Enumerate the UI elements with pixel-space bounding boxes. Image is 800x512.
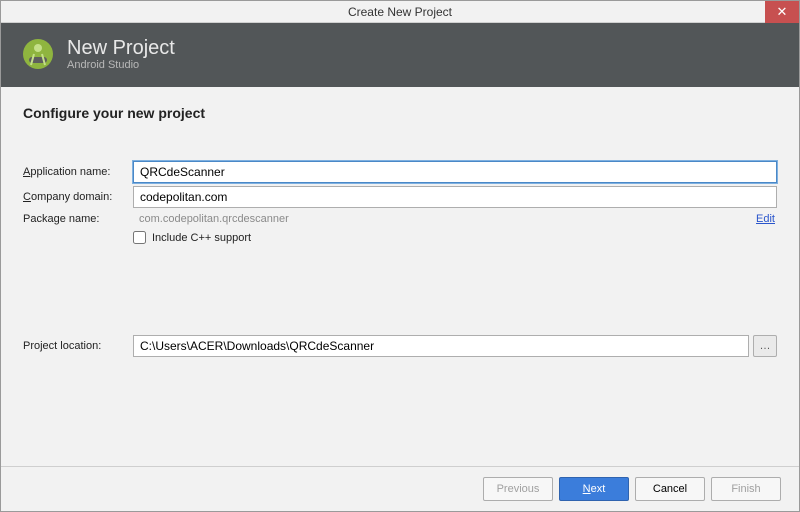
wizard-window: Create New Project ✕ New Project Android… bbox=[0, 0, 800, 512]
package-name-label: Package name: bbox=[23, 213, 133, 225]
package-name-value: com.codepolitan.qrcdescanner bbox=[133, 213, 756, 225]
window-title: Create New Project bbox=[348, 5, 452, 19]
header-title: New Project bbox=[67, 37, 175, 59]
content-area: Configure your new project Application n… bbox=[1, 87, 799, 466]
next-button[interactable]: Next bbox=[559, 477, 629, 501]
close-button[interactable]: ✕ bbox=[765, 1, 799, 23]
company-domain-row: Company domain: bbox=[23, 186, 777, 208]
edit-package-link[interactable]: Edit bbox=[756, 213, 775, 225]
titlebar: Create New Project ✕ bbox=[1, 1, 799, 23]
section-title: Configure your new project bbox=[23, 105, 777, 121]
ellipsis-icon: … bbox=[760, 340, 771, 352]
cpp-support-row: Include C++ support bbox=[133, 231, 777, 244]
header-text: New Project Android Studio bbox=[67, 37, 175, 71]
close-icon: ✕ bbox=[777, 4, 788, 20]
android-studio-logo-icon bbox=[21, 37, 55, 71]
include-cpp-checkbox[interactable] bbox=[133, 231, 146, 244]
cancel-button[interactable]: Cancel bbox=[635, 477, 705, 501]
wizard-footer: Previous Next Cancel Finish bbox=[1, 466, 799, 511]
application-name-input[interactable] bbox=[133, 161, 777, 183]
package-name-row: Package name: com.codepolitan.qrcdescann… bbox=[23, 213, 777, 225]
header: New Project Android Studio bbox=[1, 23, 799, 87]
company-domain-label: Company domain: bbox=[23, 191, 133, 203]
previous-button: Previous bbox=[483, 477, 553, 501]
browse-location-button[interactable]: … bbox=[753, 335, 777, 357]
company-domain-input[interactable] bbox=[133, 186, 777, 208]
header-subtitle: Android Studio bbox=[67, 59, 175, 71]
app-name-label: Application name: bbox=[23, 166, 133, 178]
project-location-input[interactable] bbox=[133, 335, 749, 357]
include-cpp-label[interactable]: Include C++ support bbox=[152, 232, 251, 244]
project-location-label: Project location: bbox=[23, 340, 133, 352]
app-name-row: Application name: bbox=[23, 161, 777, 183]
finish-button: Finish bbox=[711, 477, 781, 501]
project-location-row: Project location: … bbox=[23, 335, 777, 357]
